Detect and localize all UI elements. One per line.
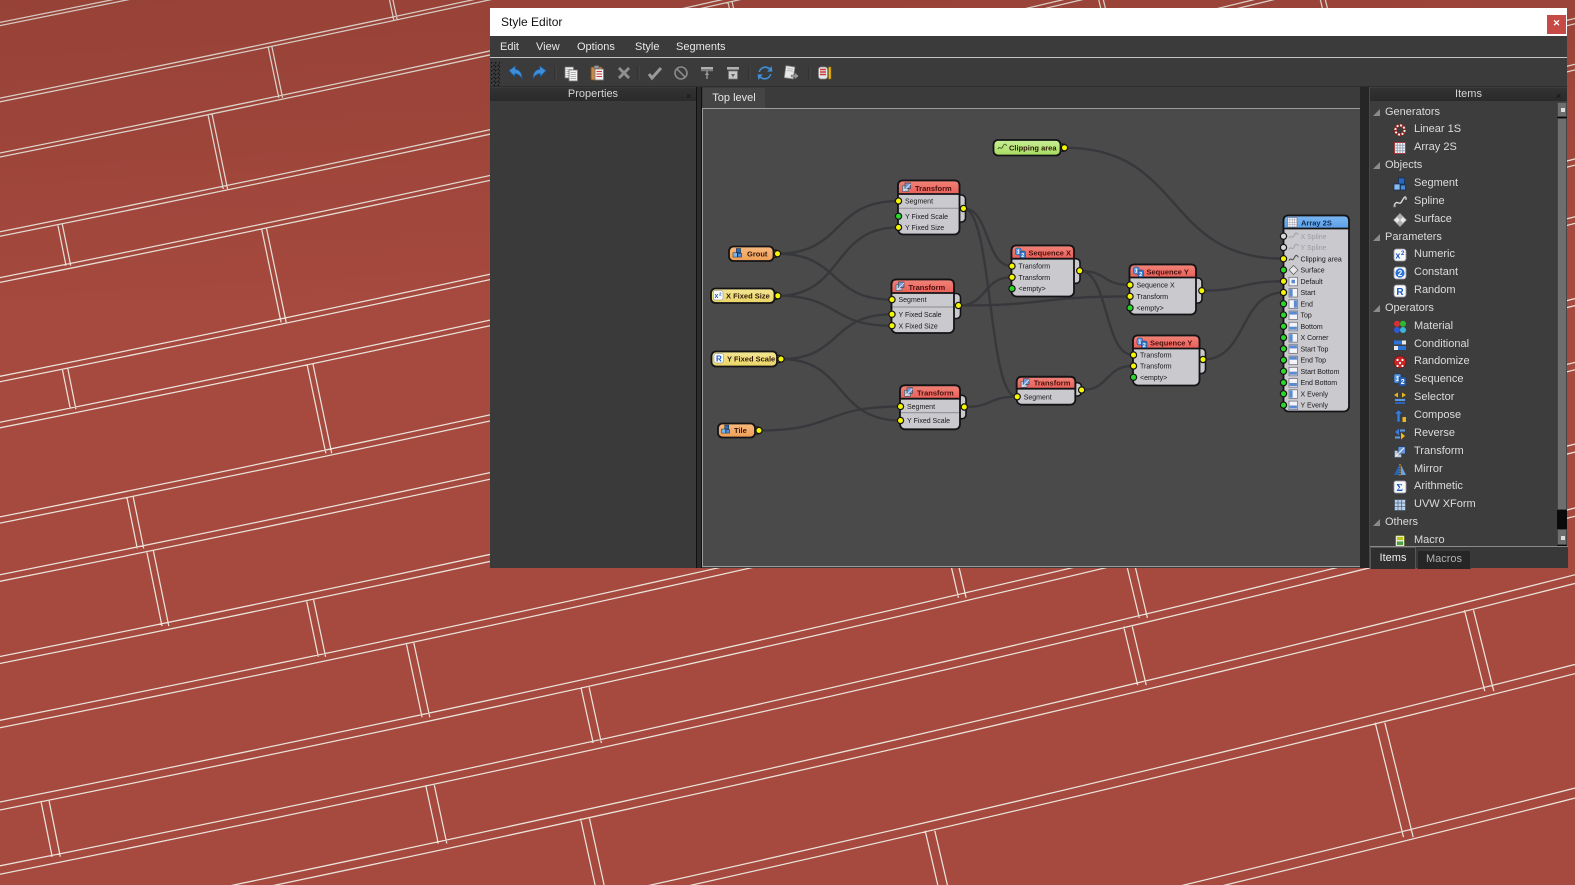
svg-text:Transform: Transform	[1019, 275, 1051, 282]
svg-text:Y Fixed Size: Y Fixed Size	[905, 225, 944, 232]
svg-text:Segment: Segment	[1024, 394, 1052, 401]
svg-text:Sequence X: Sequence X	[1029, 249, 1072, 258]
svg-text:Transform: Transform	[1034, 379, 1071, 388]
svg-text:Segment: Segment	[907, 404, 935, 411]
svg-text:1: 1	[1135, 269, 1138, 275]
svg-text:<empty>: <empty>	[1140, 375, 1167, 382]
svg-text:X Evenly: X Evenly	[1301, 391, 1329, 398]
svg-text:2: 2	[1021, 253, 1024, 259]
svg-text:x: x	[1395, 251, 1400, 261]
svg-text:X Spline: X Spline	[1301, 234, 1327, 241]
svg-text:Bottom: Bottom	[1301, 324, 1323, 331]
svg-text:Top: Top	[1301, 313, 1312, 320]
svg-text:Y Fixed Scale: Y Fixed Scale	[907, 418, 950, 425]
svg-text:Y Fixed Scale: Y Fixed Scale	[727, 355, 775, 364]
svg-text:End Bottom: End Bottom	[1301, 380, 1338, 387]
svg-text:Start Bottom: Start Bottom	[1301, 369, 1340, 376]
svg-text:R: R	[1396, 287, 1404, 298]
svg-text:Clipping area: Clipping area	[1009, 143, 1057, 152]
svg-text:Transform: Transform	[909, 283, 946, 292]
svg-text:X Fixed Size: X Fixed Size	[899, 323, 938, 330]
svg-text:R: R	[716, 355, 722, 364]
svg-text:Grout: Grout	[747, 249, 768, 258]
svg-text:2: 2	[1139, 272, 1142, 278]
svg-text:Array 2S: Array 2S	[1301, 219, 1332, 228]
svg-text:X Fixed Size: X Fixed Size	[726, 291, 770, 300]
svg-text:Transform: Transform	[1137, 294, 1169, 301]
svg-text:Transform: Transform	[1140, 364, 1172, 371]
svg-text:End: End	[1301, 301, 1314, 308]
svg-text:<empty>: <empty>	[1019, 286, 1046, 293]
svg-text:Sequence Y: Sequence Y	[1150, 338, 1192, 347]
svg-text:Transform: Transform	[1019, 264, 1051, 271]
svg-text:Start Top: Start Top	[1301, 346, 1329, 353]
svg-text:Sequence Y: Sequence Y	[1147, 267, 1189, 276]
svg-text:Clipping area: Clipping area	[1301, 256, 1342, 263]
svg-text:Start: Start	[1301, 290, 1316, 297]
svg-text:x: x	[715, 293, 719, 300]
svg-text:Transform: Transform	[917, 389, 954, 398]
svg-text:2: 2	[1143, 343, 1146, 349]
svg-text:Y Fixed Scale: Y Fixed Scale	[905, 214, 948, 221]
svg-text:Segment: Segment	[899, 297, 927, 304]
svg-text:End Top: End Top	[1301, 358, 1327, 365]
svg-text:Default: Default	[1301, 279, 1323, 286]
svg-text:Surface: Surface	[1301, 268, 1325, 275]
svg-text:<empty>: <empty>	[1137, 306, 1164, 313]
svg-text:1: 1	[1017, 250, 1020, 256]
svg-text:Transform: Transform	[1140, 353, 1172, 360]
svg-text:1: 1	[1138, 340, 1141, 346]
svg-text:Transform: Transform	[915, 184, 952, 193]
svg-text:X Corner: X Corner	[1301, 335, 1330, 342]
svg-text:Y Evenly: Y Evenly	[1301, 403, 1329, 410]
svg-text:Segment: Segment	[905, 199, 933, 206]
svg-text:2: 2	[1398, 269, 1403, 278]
svg-text:Y Spline: Y Spline	[1301, 245, 1327, 252]
svg-text:Sequence X: Sequence X	[1137, 283, 1175, 290]
svg-text:Y Fixed Scale: Y Fixed Scale	[899, 312, 942, 319]
svg-text:2: 2	[1401, 379, 1405, 386]
svg-text:Tile: Tile	[734, 426, 747, 435]
svg-text:Σ: Σ	[1396, 483, 1403, 494]
